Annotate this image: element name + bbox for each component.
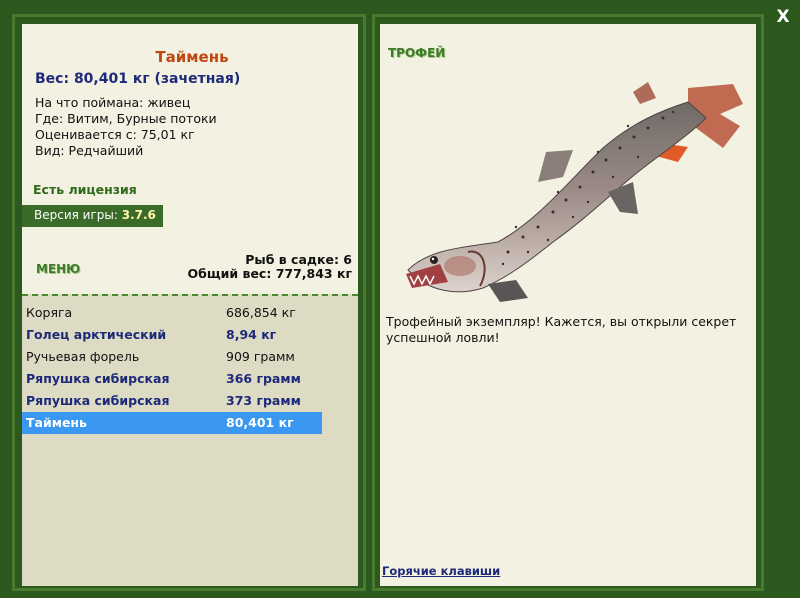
list-item[interactable]: Ручьевая форель 909 грамм	[22, 346, 322, 368]
list-item-weight: 686,854 кг	[226, 305, 296, 320]
list-item-weight: 366 грамм	[226, 371, 301, 386]
version-label: Версия игры:	[34, 208, 122, 222]
list-item-weight: 909 грамм	[226, 349, 295, 364]
version-value: 3.7.6	[121, 208, 156, 222]
list-item-weight: 8,94 кг	[226, 327, 277, 342]
list-item-name: Ручьевая форель	[26, 349, 140, 364]
menu-button[interactable]: МЕНЮ	[36, 262, 80, 276]
list-item-weight: 80,401 кг	[226, 415, 294, 430]
list-item-name: Ряпушка сибирская	[26, 371, 170, 386]
list-item-weight: 373 грамм	[226, 393, 301, 408]
list-item-name: Ряпушка сибирская	[26, 393, 170, 408]
cage-count: Рыб в садке: 6	[245, 252, 352, 267]
taimen-fish-image	[406, 82, 743, 302]
list-item-name: Коряга	[26, 305, 73, 320]
bait-text: На что поймана: живец	[35, 95, 191, 110]
fish-name: Таймень	[155, 48, 229, 66]
list-item-name: Голец арктический	[26, 327, 167, 342]
trophy-description: Трофейный экземпляр! Кажется, вы открыли…	[386, 314, 737, 345]
cage-total-weight: Общий вес: 777,843 кг	[187, 266, 353, 281]
trophy-panel: ТРОФЕЙ Трофейный экземпляр! Кажется, вы …	[380, 24, 756, 586]
list-item[interactable]: Голец арктический 8,94 кг	[22, 324, 322, 346]
catch-list: Коряга 686,854 кг Голец арктический 8,94…	[22, 294, 358, 586]
fish-weight: Вес: 80,401 кг (зачетная)	[35, 71, 241, 87]
rarity-text: Вид: Редчайший	[35, 143, 144, 158]
list-item-name: Таймень	[26, 415, 87, 430]
list-item[interactable]: Ряпушка сибирская 366 грамм	[22, 368, 322, 390]
hotkeys-link[interactable]: Горячие клавиши	[382, 564, 500, 578]
catch-info-panel: Таймень Вес: 80,401 кг (зачетная) На что…	[22, 24, 358, 294]
list-item[interactable]: Коряга 686,854 кг	[22, 302, 322, 324]
license-status: Есть лицензия	[33, 182, 137, 197]
version-bar: Версия игры: 3.7.6	[22, 205, 163, 227]
location-text: Где: Витим, Бурные потоки	[35, 111, 217, 126]
list-item[interactable]: Ряпушка сибирская 373 грамм	[22, 390, 322, 412]
valued-from-text: Оценивается с: 75,01 кг	[35, 127, 195, 142]
close-button[interactable]: X	[772, 6, 794, 28]
list-item-selected[interactable]: Таймень 80,401 кг	[22, 412, 322, 434]
